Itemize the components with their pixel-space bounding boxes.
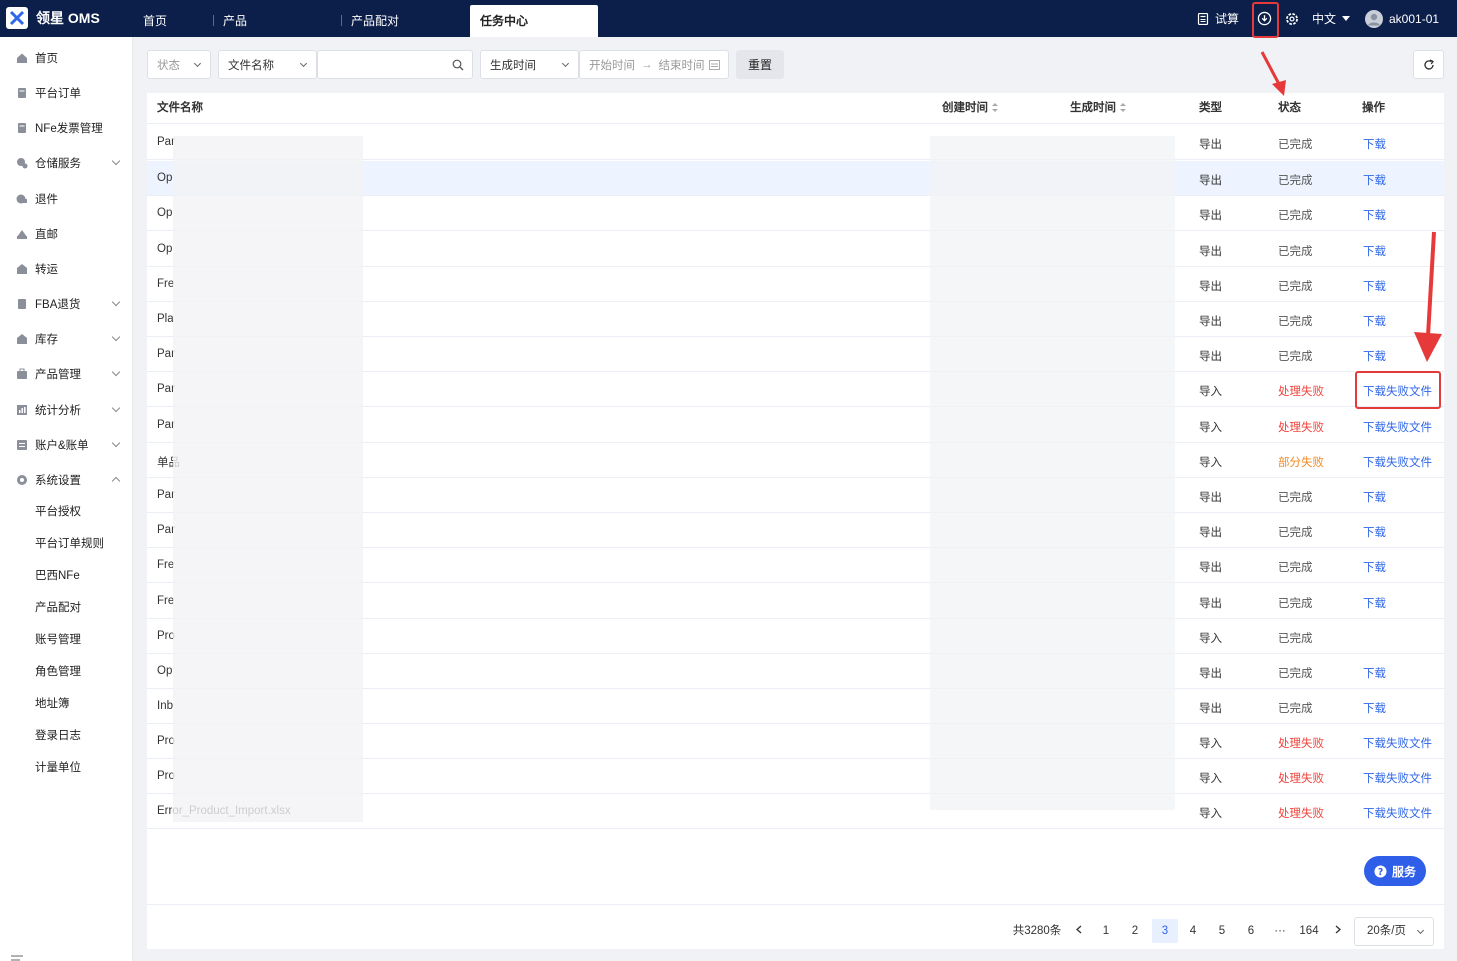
annotation-arrow-icon (1414, 231, 1442, 362)
annotation-overlay (1260, 51, 1442, 362)
annotation-highlight-box (1355, 371, 1441, 409)
annotation-arrow-icon (1260, 51, 1286, 96)
